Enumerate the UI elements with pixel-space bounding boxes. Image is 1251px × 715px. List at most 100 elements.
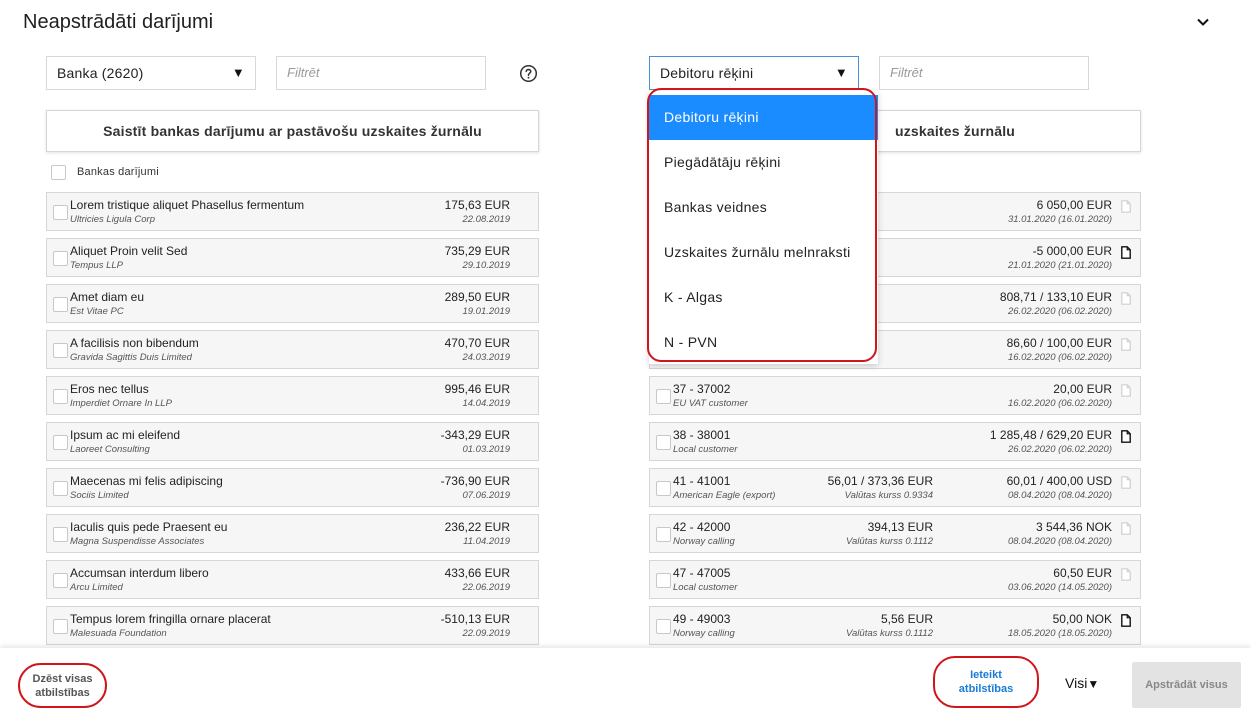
document-outline-icon[interactable]	[1121, 338, 1131, 351]
bank-transaction-row[interactable]: A facilisis non bibendum Gravida Sagittis…	[46, 330, 539, 369]
document-type-select[interactable]: Debitoru rēķini ▼	[649, 56, 859, 90]
row-checkbox[interactable]	[53, 251, 68, 266]
transaction-counterparty: Tempus LLP	[70, 260, 123, 271]
row-checkbox[interactable]	[53, 205, 68, 220]
entry-account: 37 - 37002	[673, 382, 731, 396]
row-checkbox[interactable]	[656, 573, 671, 588]
journal-entry-row[interactable]: 49 - 49003 Norway calling 5,56 EUR Valūtas …	[649, 606, 1141, 645]
chevron-down-icon[interactable]	[1195, 14, 1211, 30]
row-checkbox[interactable]	[656, 619, 671, 634]
row-checkbox[interactable]	[53, 527, 68, 542]
transaction-amount: 175,63 EUR	[444, 198, 510, 212]
journal-entry-row[interactable]: 42 - 42000 Norway calling 394,13 EUR Valūta…	[649, 514, 1141, 553]
dropdown-option[interactable]: Bankas veidnes	[649, 185, 878, 230]
transaction-title: Ipsum ac mi eleifend	[70, 428, 181, 442]
select-all-bank-checkbox[interactable]	[51, 165, 66, 180]
left-filter-input[interactable]: Filtrēt	[276, 56, 486, 90]
question-circle-icon[interactable]	[519, 64, 538, 83]
transaction-counterparty: Malesuada Foundation	[70, 628, 167, 639]
entry-date: 16.02.2020 (06.02.2020)	[1007, 398, 1112, 409]
transaction-title: Eros nec tellus	[70, 382, 149, 396]
suggest-matches-line1: Ieteikt	[970, 669, 1002, 681]
entry-account: 47 - 47005	[673, 566, 731, 580]
entry-partner: Norway calling	[673, 628, 735, 639]
document-outline-icon[interactable]	[1121, 384, 1131, 397]
page-title: Neapstrādāti darījumi	[23, 11, 214, 33]
entry-exchange-rate: Valūtas kurss 0.1112	[846, 536, 933, 547]
journal-entry-row[interactable]: 47 - 47005 Local customer 60,50 EUR 03.06.2…	[649, 560, 1141, 599]
entry-amount: 808,71 / 133,10 EUR	[999, 290, 1112, 304]
row-checkbox[interactable]	[53, 481, 68, 496]
dropdown-option[interactable]: Piegādātāju rēķini	[649, 140, 878, 185]
row-checkbox[interactable]	[53, 297, 68, 312]
row-checkbox[interactable]	[656, 389, 671, 404]
bank-transaction-row[interactable]: Lorem tristique aliquet Phasellus fermen…	[46, 192, 539, 231]
transaction-counterparty: Imperdiet Ornare In LLP	[70, 398, 172, 409]
entry-converted-amount: 56,01 / 373,36 EUR	[827, 474, 933, 488]
link-bank-transaction-header[interactable]: Saistīt bankas darījumu ar pastāvošu uzs…	[46, 110, 539, 152]
document-outline-icon[interactable]	[1121, 200, 1131, 213]
row-checkbox[interactable]	[53, 389, 68, 404]
document-outline-icon[interactable]	[1121, 568, 1131, 581]
entry-partner: Norway calling	[673, 536, 735, 547]
transaction-date: 14.04.2019	[462, 398, 510, 409]
document-outline-icon[interactable]	[1121, 476, 1131, 489]
entry-date: 26.02.2020 (06.02.2020)	[1007, 444, 1112, 455]
process-all-button[interactable]: Apstrādāt visus	[1132, 662, 1241, 708]
caret-down-icon: ▼	[834, 65, 848, 80]
bank-transaction-row[interactable]: Amet diam eu Est Vitae PC 289,50 EUR 19.01.…	[46, 284, 539, 323]
document-type-select-value: Debitoru rēķini	[660, 65, 754, 81]
entry-converted-amount: 5,56 EUR	[880, 612, 933, 626]
document-outline-icon[interactable]	[1121, 522, 1131, 535]
entry-date: 03.06.2020 (14.05.2020)	[1007, 582, 1112, 593]
bank-transaction-row[interactable]: Eros nec tellus Imperdiet Ornare In LLP 99…	[46, 376, 539, 415]
dropdown-option[interactable]: N - PVN	[649, 320, 878, 365]
entry-amount: 20,00 EUR	[1053, 382, 1112, 396]
all-filter-select[interactable]: Visi▼	[1065, 675, 1099, 691]
entry-exchange-rate: Valūtas kurss 0.9334	[844, 490, 933, 501]
entry-date: 31.01.2020 (16.01.2020)	[1007, 214, 1112, 225]
transaction-counterparty: Laoreet Consulting	[70, 444, 150, 455]
journal-entry-row[interactable]: 38 - 38001 Local customer 1 285,48 / 629,2…	[649, 422, 1141, 461]
transaction-amount: 433,66 EUR	[444, 566, 510, 580]
bank-transaction-row[interactable]: Aliquet Proin velit Sed Tempus LLP 735,29 …	[46, 238, 539, 277]
transaction-amount: 236,22 EUR	[444, 520, 510, 534]
transaction-date: 24.03.2019	[462, 352, 510, 363]
journal-entry-row[interactable]: 41 - 41001 American Eagle (export) 56,01 /…	[649, 468, 1141, 507]
bank-transaction-row[interactable]: Accumsan interdum libero Arcu Limited 433,…	[46, 560, 539, 599]
transaction-counterparty: Arcu Limited	[70, 582, 123, 593]
row-checkbox[interactable]	[656, 527, 671, 542]
row-checkbox[interactable]	[656, 481, 671, 496]
dropdown-option[interactable]: Debitoru rēķini	[649, 95, 878, 140]
row-checkbox[interactable]	[656, 435, 671, 450]
dropdown-option[interactable]: K - Algas	[649, 275, 878, 320]
bank-account-select[interactable]: Banka (2620) ▼	[46, 56, 256, 90]
document-type-dropdown: Debitoru rēķini Piegādātāju rēķini Bankas …	[649, 91, 878, 364]
right-filter-input[interactable]: Filtrēt	[879, 56, 1089, 90]
bank-transaction-row[interactable]: Ipsum ac mi eleifend Laoreet Consulting -3…	[46, 422, 539, 461]
entry-date: 16.02.2020 (06.02.2020)	[1007, 352, 1112, 363]
row-checkbox[interactable]	[53, 343, 68, 358]
transaction-title: Aliquet Proin velit Sed	[70, 244, 188, 258]
bank-transaction-row[interactable]: Tempus lorem fringilla ornare placerat Ma…	[46, 606, 539, 645]
document-outline-icon[interactable]	[1121, 292, 1131, 305]
entry-amount: 1 285,48 / 629,20 EUR	[989, 428, 1112, 442]
entry-converted-amount: 394,13 EUR	[867, 520, 933, 534]
row-checkbox[interactable]	[53, 573, 68, 588]
row-checkbox[interactable]	[53, 619, 68, 634]
document-filled-icon[interactable]	[1121, 430, 1131, 443]
entry-exchange-rate: Valūtas kurss 0.1112	[846, 628, 933, 639]
document-filled-icon[interactable]	[1121, 614, 1131, 627]
bottom-action-bar	[0, 648, 1251, 715]
transaction-date: 19.01.2019	[462, 306, 510, 317]
document-filled-icon[interactable]	[1121, 246, 1131, 259]
entry-amount: 50,00 NOK	[1052, 612, 1112, 626]
clear-all-matches-button[interactable]: Dzēst visas atbilstības	[18, 663, 107, 708]
bank-transaction-row[interactable]: Iaculis quis pede Praesent eu Magna Suspe…	[46, 514, 539, 553]
row-checkbox[interactable]	[53, 435, 68, 450]
transaction-amount: 995,46 EUR	[444, 382, 510, 396]
bank-transaction-row[interactable]: Maecenas mi felis adipiscing Sociis Limit…	[46, 468, 539, 507]
suggest-matches-button[interactable]: Ieteikt atbilstības	[933, 656, 1039, 708]
journal-entry-row[interactable]: 37 - 37002 EU VAT customer 20,00 EUR 16.02.…	[649, 376, 1141, 415]
dropdown-option[interactable]: Uzskaites žurnālu melnraksti	[649, 230, 878, 275]
